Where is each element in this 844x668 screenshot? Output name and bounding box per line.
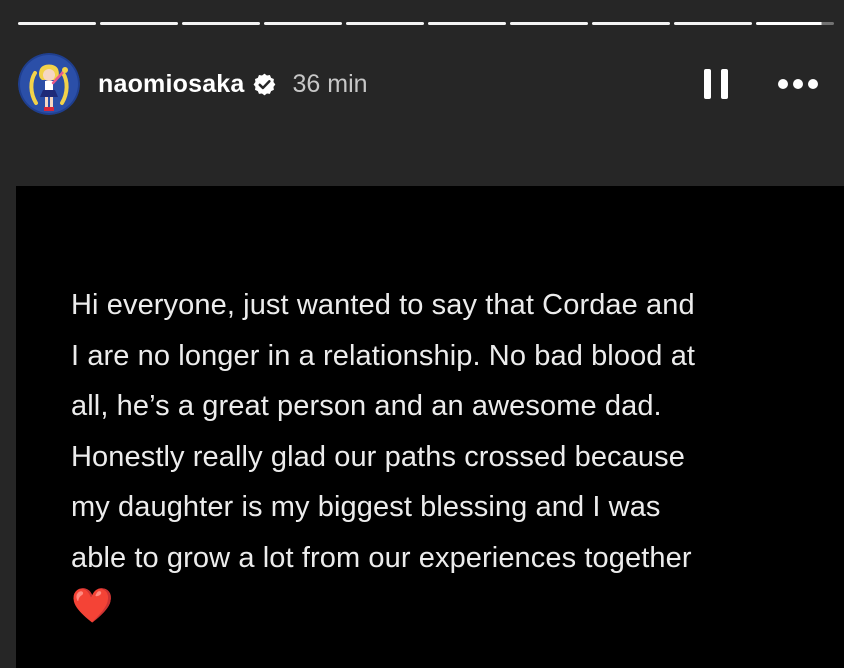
story-text-line: Honestly really glad our paths crossed b… <box>71 440 685 473</box>
username[interactable]: naomiosaka <box>98 70 245 99</box>
progress-segment <box>18 22 96 25</box>
sailor-moon-avatar-icon <box>18 53 80 115</box>
story-text-line: I are no longer in a relationship. No ba… <box>71 339 696 372</box>
progress-segment <box>264 22 342 25</box>
pause-icon <box>704 69 711 99</box>
story-text-line: able to grow a lot from our experiences … <box>71 541 692 574</box>
story-text: Hi everyone, just wanted to say that Cor… <box>71 280 791 629</box>
more-options-button[interactable] <box>778 79 818 89</box>
story-text-line: my daughter is my biggest blessing and I… <box>71 491 661 523</box>
story-text-line: Hi everyone, just wanted to say that Cor… <box>71 289 695 321</box>
progress-segment <box>346 22 424 25</box>
story-header: naomiosaka 36 min <box>18 52 818 116</box>
progress-segment <box>428 22 506 25</box>
avatar[interactable] <box>18 53 80 115</box>
progress-segment <box>510 22 588 25</box>
story-progress-bar <box>18 22 834 25</box>
pause-button[interactable] <box>704 69 728 99</box>
verified-badge-icon <box>252 72 277 97</box>
progress-segment-current <box>756 22 834 25</box>
progress-segment <box>592 22 670 25</box>
progress-segment <box>674 22 752 25</box>
red-heart-icon: ❤️ <box>71 587 114 625</box>
story-timestamp: 36 min <box>292 69 368 98</box>
more-options-icon <box>808 79 818 89</box>
story-viewer: naomiosaka 36 min Hi everyone, just want… <box>0 0 844 668</box>
story-text-line: all, he’s a great person and an awesome … <box>71 390 662 422</box>
more-options-icon <box>793 79 803 89</box>
progress-segment <box>182 22 260 25</box>
more-options-icon <box>778 79 788 89</box>
pause-icon <box>721 69 728 99</box>
progress-segment <box>100 22 178 25</box>
